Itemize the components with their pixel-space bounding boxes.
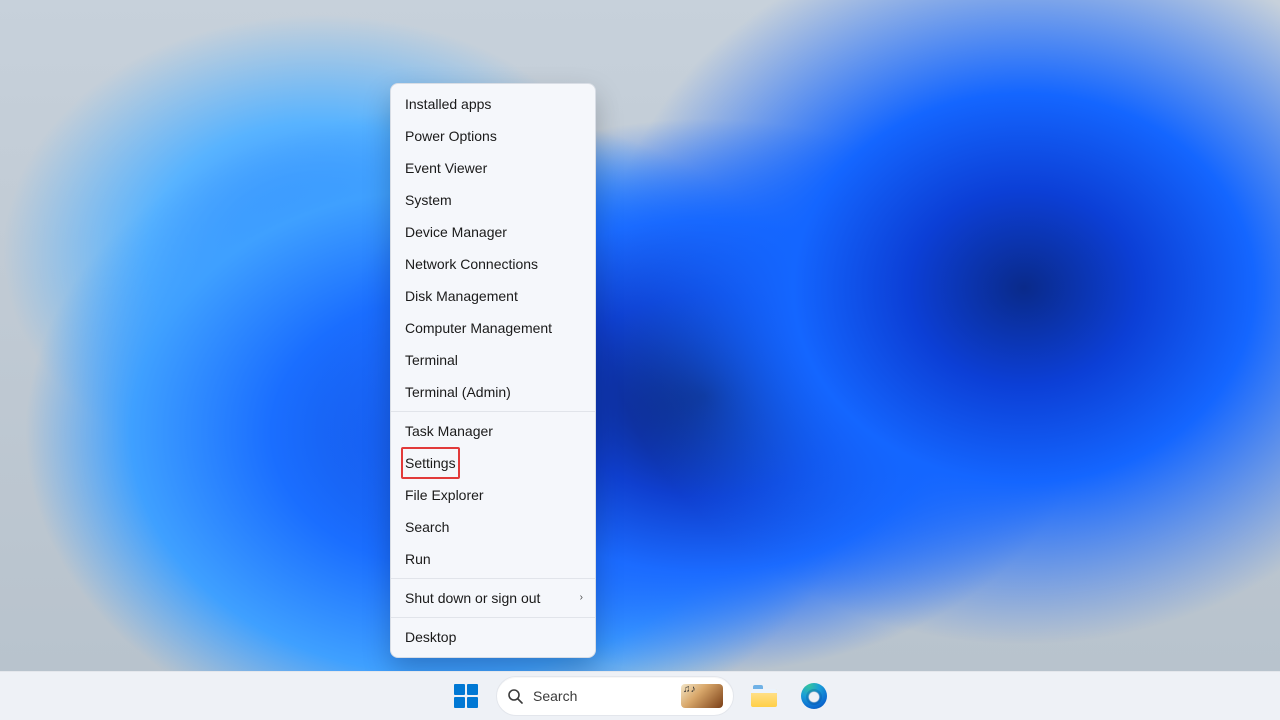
taskbar: Search ♫♪ — [0, 671, 1280, 720]
winx-item-label: Shut down or sign out — [405, 590, 540, 606]
winx-item-label: Installed apps — [405, 96, 491, 112]
search-highlight-thumb[interactable]: ♫♪ — [681, 684, 723, 708]
start-context-menu: Installed apps Power Options Event Viewer S… — [390, 83, 596, 658]
winx-item-settings[interactable]: Settings — [391, 447, 595, 479]
winx-item-search[interactable]: Search — [391, 511, 595, 543]
winx-item-system[interactable]: System — [391, 184, 595, 216]
winx-item-network-connections[interactable]: Network Connections — [391, 248, 595, 280]
music-note-icon: ♫♪ — [683, 685, 696, 695]
winx-item-file-explorer[interactable]: File Explorer — [391, 479, 595, 511]
winx-item-label: Network Connections — [405, 256, 538, 272]
winx-item-power-options[interactable]: Power Options — [391, 120, 595, 152]
windows-logo-icon — [454, 684, 478, 708]
winx-item-disk-management[interactable]: Disk Management — [391, 280, 595, 312]
winx-item-label: File Explorer — [405, 487, 484, 503]
menu-separator — [391, 411, 595, 412]
winx-item-event-viewer[interactable]: Event Viewer — [391, 152, 595, 184]
edge-icon — [801, 683, 827, 709]
winx-item-shut-down-or-sign-out[interactable]: Shut down or sign out › — [391, 582, 595, 614]
winx-item-label: Power Options — [405, 128, 497, 144]
winx-item-desktop[interactable]: Desktop — [391, 621, 595, 653]
search-icon — [507, 688, 523, 704]
winx-item-computer-management[interactable]: Computer Management — [391, 312, 595, 344]
file-explorer-icon — [751, 685, 777, 707]
winx-item-label: Terminal — [405, 352, 458, 368]
taskbar-search-label: Search — [533, 688, 671, 704]
winx-item-installed-apps[interactable]: Installed apps — [391, 88, 595, 120]
winx-item-terminal[interactable]: Terminal — [391, 344, 595, 376]
winx-item-label: Settings — [401, 447, 460, 479]
start-button[interactable] — [446, 676, 486, 716]
winx-item-label: Event Viewer — [405, 160, 487, 176]
winx-item-device-manager[interactable]: Device Manager — [391, 216, 595, 248]
winx-item-task-manager[interactable]: Task Manager — [391, 415, 595, 447]
winx-item-label: Terminal (Admin) — [405, 384, 511, 400]
taskbar-search[interactable]: Search ♫♪ — [496, 676, 734, 716]
winx-item-label: Computer Management — [405, 320, 552, 336]
winx-item-label: Run — [405, 551, 431, 567]
taskbar-edge[interactable] — [794, 676, 834, 716]
winx-item-run[interactable]: Run — [391, 543, 595, 575]
chevron-right-icon: › — [580, 582, 583, 614]
winx-item-label: Search — [405, 519, 449, 535]
winx-item-label: Task Manager — [405, 423, 493, 439]
winx-item-label: Desktop — [405, 629, 456, 645]
winx-item-label: Device Manager — [405, 224, 507, 240]
menu-separator — [391, 578, 595, 579]
winx-item-label: System — [405, 192, 452, 208]
menu-separator — [391, 617, 595, 618]
winx-item-label: Disk Management — [405, 288, 518, 304]
winx-item-terminal-admin[interactable]: Terminal (Admin) — [391, 376, 595, 408]
taskbar-file-explorer[interactable] — [744, 676, 784, 716]
desktop-wallpaper[interactable] — [0, 0, 1280, 720]
